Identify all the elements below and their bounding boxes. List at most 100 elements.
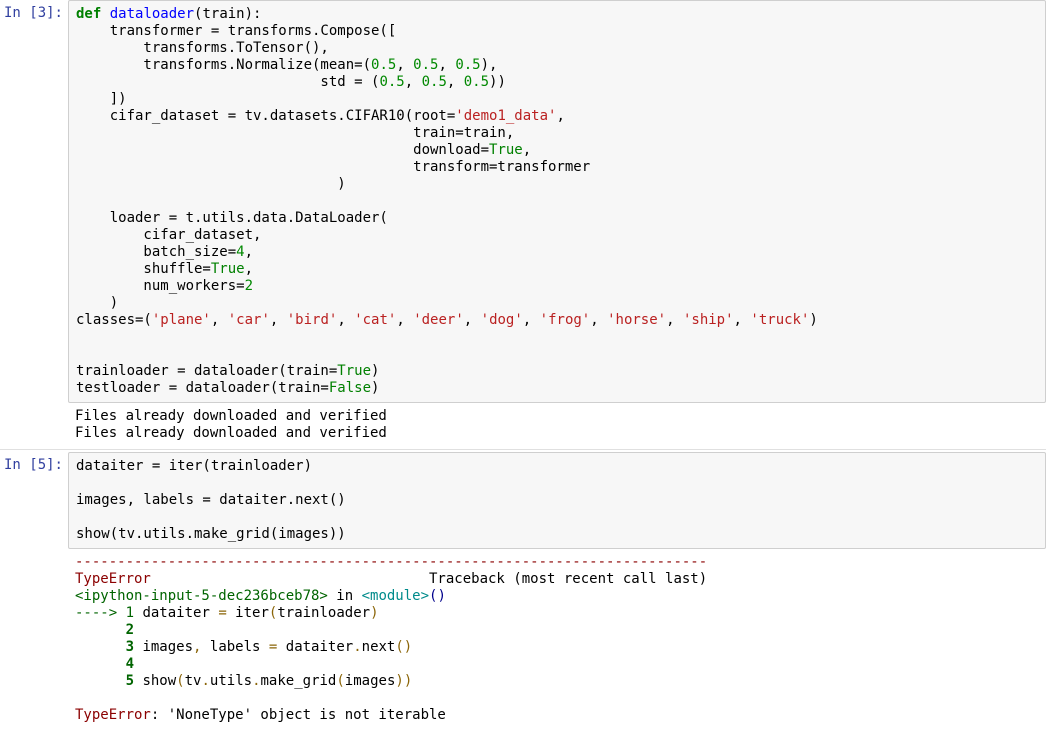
t: next xyxy=(362,639,396,655)
t xyxy=(134,656,142,672)
t: labels xyxy=(201,639,268,655)
t: , xyxy=(666,312,683,328)
output-area-2: ----------------------------------------… xyxy=(68,549,1046,729)
t: ) xyxy=(371,363,379,379)
tb-arrow: ----> 1 xyxy=(75,605,134,621)
t: images xyxy=(134,639,193,655)
t: std = ( xyxy=(76,74,379,90)
tb-error-msg: : 'NoneType' object is not iterable xyxy=(151,707,446,723)
prompt-in-5: In [5]: xyxy=(0,452,68,479)
t: train=train, xyxy=(76,125,514,141)
t: ]) xyxy=(76,91,127,107)
t: download= xyxy=(76,142,489,158)
t: , xyxy=(523,312,540,328)
tb-ln: 5 xyxy=(75,673,134,689)
t: , xyxy=(556,108,564,124)
t: )) xyxy=(489,74,506,90)
const: True xyxy=(337,363,371,379)
t: , xyxy=(396,57,413,73)
tb-dashes: ----------------------------------------… xyxy=(75,554,707,570)
code-block-1[interactable]: def dataloader(train): transformer = tra… xyxy=(76,6,1038,397)
t: utils xyxy=(210,673,252,689)
t: images, labels = dataiter.next() xyxy=(76,492,346,508)
t: shuffle= xyxy=(76,261,211,277)
num: 0.5 xyxy=(422,74,447,90)
t: , xyxy=(405,74,422,90)
t xyxy=(134,622,142,638)
t: transformer = transforms.Compose([ xyxy=(76,23,396,39)
const: True xyxy=(211,261,245,277)
t: , xyxy=(523,142,531,158)
func-name: dataloader xyxy=(110,6,194,22)
t: dataiter xyxy=(277,639,353,655)
t: , xyxy=(396,312,413,328)
t: ( xyxy=(395,639,403,655)
t: ) xyxy=(404,673,412,689)
tb-error-name: TypeError xyxy=(75,707,151,723)
stdout-1: Files already downloaded and verified Fi… xyxy=(75,408,1046,442)
t: dataiter xyxy=(134,605,218,621)
t: in xyxy=(328,588,362,604)
t: batch_size= xyxy=(76,244,236,260)
t: . xyxy=(252,673,260,689)
t: make_grid xyxy=(261,673,337,689)
t: loader = t.utils.data.DataLoader( xyxy=(76,210,388,226)
t: ( xyxy=(176,673,184,689)
code-cell-1: In [3]: def dataloader(train): transform… xyxy=(0,0,1046,447)
const: False xyxy=(329,380,371,396)
t: tv xyxy=(185,673,202,689)
t: iter xyxy=(227,605,269,621)
t: testloader = dataloader(train= xyxy=(76,380,329,396)
t: ) xyxy=(371,380,379,396)
t: trainloader xyxy=(277,605,370,621)
str: 'demo1_data' xyxy=(455,108,556,124)
t: , xyxy=(245,261,253,277)
cell-body-1: def dataloader(train): transformer = tra… xyxy=(68,0,1046,447)
num: 0.5 xyxy=(464,74,489,90)
t: . xyxy=(201,673,209,689)
t: , xyxy=(464,312,481,328)
code-block-2[interactable]: dataiter = iter(trainloader) images, lab… xyxy=(76,458,1038,543)
tb-header: Traceback (most recent call last) xyxy=(151,571,707,587)
input-area-2[interactable]: dataiter = iter(trainloader) images, lab… xyxy=(68,452,1046,549)
t: images xyxy=(345,673,396,689)
str: 'car' xyxy=(228,312,270,328)
t: , xyxy=(734,312,751,328)
prompt-in-3: In [3]: xyxy=(0,0,68,27)
t: transforms.Normalize(mean=( xyxy=(76,57,371,73)
t: = xyxy=(218,605,226,621)
t: dataiter = iter(trainloader) xyxy=(76,458,312,474)
t: ) xyxy=(809,312,817,328)
t: (train): xyxy=(194,6,261,22)
t: ) xyxy=(76,176,346,192)
num: 0.5 xyxy=(413,57,438,73)
t: ) xyxy=(404,639,412,655)
t: , xyxy=(245,244,253,260)
str: 'truck' xyxy=(750,312,809,328)
tb-error-name: TypeError xyxy=(75,571,151,587)
t: () xyxy=(429,588,446,604)
t: show(tv.utils.make_grid(images)) xyxy=(76,526,346,542)
str: 'bird' xyxy=(287,312,338,328)
const: True xyxy=(489,142,523,158)
num: 2 xyxy=(245,278,253,294)
t: , xyxy=(438,57,455,73)
str: 'dog' xyxy=(481,312,523,328)
t: . xyxy=(353,639,361,655)
tb-location: <ipython-input-5-dec236bceb78> xyxy=(75,588,328,604)
str: 'frog' xyxy=(540,312,591,328)
tb-ln: 2 xyxy=(75,622,134,638)
num: 0.5 xyxy=(379,74,404,90)
str: 'horse' xyxy=(607,312,666,328)
traceback: ----------------------------------------… xyxy=(75,554,1046,724)
code-cell-2: In [5]: dataiter = iter(trainloader) ima… xyxy=(0,452,1046,729)
t: transform=transformer xyxy=(76,159,590,175)
num: 0.5 xyxy=(455,57,480,73)
str: 'deer' xyxy=(413,312,464,328)
cell-divider xyxy=(0,449,1046,450)
num: 0.5 xyxy=(371,57,396,73)
keyword-def: def xyxy=(76,6,101,22)
input-area-1[interactable]: def dataloader(train): transformer = tra… xyxy=(68,0,1046,403)
cell-body-2: dataiter = iter(trainloader) images, lab… xyxy=(68,452,1046,729)
t: , xyxy=(270,312,287,328)
